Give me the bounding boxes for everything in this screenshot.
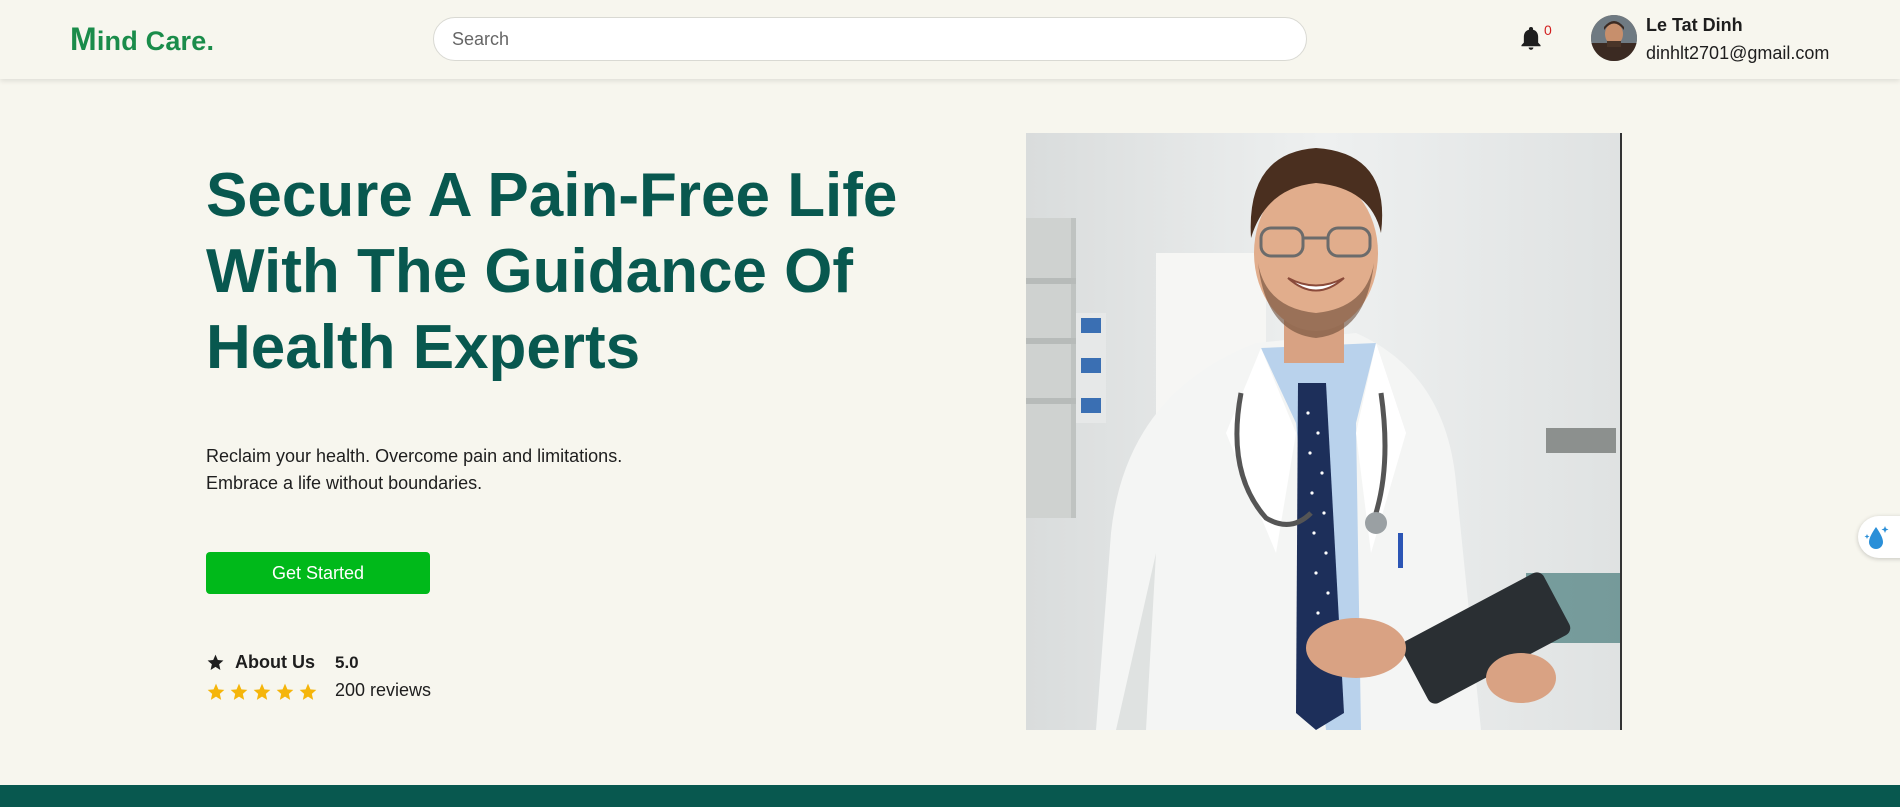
hero-title: Secure A Pain-Free Life With The Guidanc… — [206, 161, 898, 382]
logo[interactable]: Mind Care. — [70, 21, 214, 58]
about-us-link[interactable]: About Us — [206, 652, 315, 673]
user-email: dinhlt2701@gmail.com — [1646, 43, 1830, 63]
rating-stars — [206, 682, 318, 702]
avatar[interactable] — [1591, 15, 1637, 61]
rating-value: 5.0 — [335, 653, 359, 672]
get-started-button[interactable]: Get Started — [206, 552, 430, 594]
logo-initial: M — [70, 21, 97, 57]
floating-widget-button[interactable] — [1858, 516, 1900, 558]
notification-count-badge: 0 — [1544, 22, 1552, 38]
water-drop-icon — [1864, 526, 1889, 549]
about-us-label: About Us — [235, 652, 315, 672]
hero-description-line-2: Embrace a life without boundaries. — [206, 473, 483, 493]
logo-text: ind Care. — [96, 26, 215, 56]
review-count: 200 reviews — [335, 680, 432, 700]
star-icon — [276, 683, 294, 700]
avatar-image — [1591, 15, 1637, 61]
bell-icon[interactable] — [1518, 26, 1544, 52]
search-input[interactable] — [433, 17, 1307, 61]
user-name[interactable]: Le Tat Dinh — [1646, 15, 1743, 36]
top-navbar: Mind Care. 0 Le Tat Dinh dinhlt2701@gmai… — [0, 0, 1900, 79]
star-icon — [207, 683, 225, 700]
page: Mind Care. 0 Le Tat Dinh dinhlt2701@gmai… — [0, 0, 1900, 807]
hero-doctor-image — [1026, 133, 1622, 730]
star-icon — [230, 683, 248, 700]
star-icon — [299, 683, 317, 700]
hero-description: Reclaim your health. Overcome pain and l… — [206, 443, 706, 497]
hero-description-line-1: Reclaim your health. Overcome pain and l… — [206, 446, 623, 466]
star-icon — [253, 683, 271, 700]
star-icon — [207, 654, 224, 670]
doctor-photo — [1026, 133, 1620, 730]
bottom-section-band — [0, 785, 1900, 807]
